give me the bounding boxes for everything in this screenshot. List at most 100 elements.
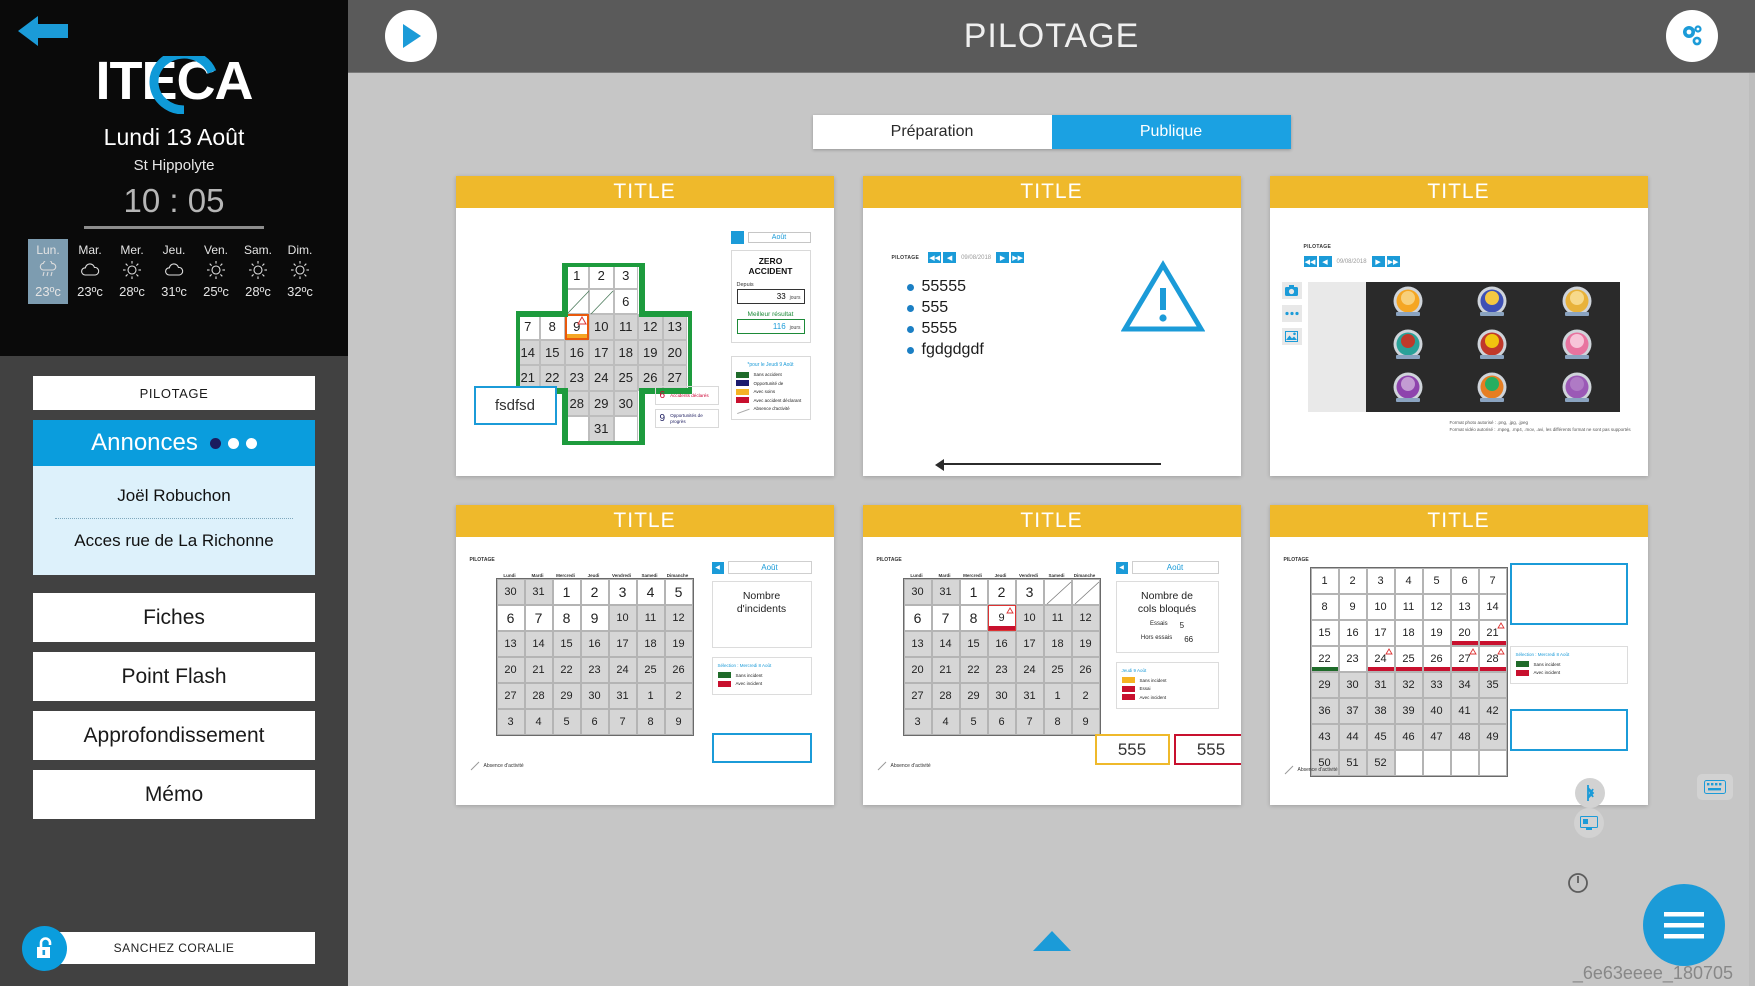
calendar-day[interactable]: 5: [1422, 568, 1451, 594]
calendar-day[interactable]: [1450, 750, 1479, 776]
calendar-day[interactable]: 28: [1478, 646, 1507, 672]
calendar-day[interactable]: 11: [636, 605, 665, 631]
calendar-day[interactable]: 8: [1310, 594, 1339, 620]
calendar-day[interactable]: 1: [552, 579, 581, 605]
calendar-day[interactable]: 14: [931, 631, 960, 657]
calendar-day[interactable]: 20: [1450, 620, 1479, 646]
calendar-day[interactable]: 12: [664, 605, 693, 631]
calendar-day[interactable]: 15: [959, 631, 988, 657]
calendar-day[interactable]: 18: [1043, 631, 1072, 657]
power-icon[interactable]: [1563, 868, 1593, 898]
calendar-day[interactable]: 39: [1394, 698, 1423, 724]
calendar-day[interactable]: 9: [664, 709, 693, 735]
annonce-item[interactable]: Joël Robuchon: [37, 480, 311, 512]
calendar-day[interactable]: 8: [636, 709, 665, 735]
calendar-day[interactable]: 16: [1338, 620, 1367, 646]
value-box-yellow[interactable]: 555: [1094, 734, 1170, 765]
dot-2[interactable]: [227, 437, 239, 449]
calendar-day[interactable]: 30: [987, 683, 1016, 709]
calendar-day[interactable]: [1422, 750, 1451, 776]
calendar-day[interactable]: 29: [589, 390, 614, 416]
calendar-day[interactable]: 10: [1015, 605, 1044, 631]
calendar-day[interactable]: 43: [1310, 724, 1339, 750]
calendar-day[interactable]: 16: [564, 339, 589, 365]
calendar-day[interactable]: 30: [496, 579, 525, 605]
next-icon[interactable]: ▶: [996, 252, 1010, 263]
month-label[interactable]: Août: [1131, 561, 1219, 574]
calendar-day[interactable]: 4: [1394, 568, 1423, 594]
calendar-day[interactable]: 9: [1071, 709, 1100, 735]
month-selector[interactable]: Août: [730, 231, 811, 244]
calendar-day[interactable]: 18: [613, 339, 638, 365]
calendar-day[interactable]: 18: [1394, 620, 1423, 646]
text-input[interactable]: [711, 733, 812, 763]
scrollbar[interactable]: [1749, 73, 1755, 986]
calendar-day[interactable]: 18: [636, 631, 665, 657]
calendar-day[interactable]: 29: [959, 683, 988, 709]
calendar-day[interactable]: 11: [1043, 605, 1072, 631]
calendar-day[interactable]: 34: [1450, 672, 1479, 698]
calendar-day[interactable]: 49: [1478, 724, 1507, 750]
calendar-day[interactable]: 17: [1366, 620, 1395, 646]
keyboard-icon[interactable]: [1697, 774, 1733, 800]
calendar-day[interactable]: 15: [540, 339, 565, 365]
calendar-day[interactable]: 19: [1071, 631, 1100, 657]
calendar-day[interactable]: 3: [1015, 579, 1044, 605]
sidebar-item-fiches[interactable]: Fiches: [33, 593, 315, 642]
calendar-day[interactable]: 16: [987, 631, 1016, 657]
badge-chef[interactable]: [1558, 328, 1596, 366]
screen-icon[interactable]: [1574, 808, 1604, 838]
calendar-day[interactable]: 20: [496, 657, 525, 683]
card-6[interactable]: TITLE PILOTAGE 1 2 3 4 5 6 7 8 9 10 11 12 13 14 15 16 17…: [1269, 505, 1648, 805]
date-navigator[interactable]: ◀◀ ◀ 09/08/2018 ▶ ▶▶: [1303, 256, 1400, 267]
next-icon[interactable]: ▶: [1371, 256, 1385, 267]
calendar-day[interactable]: 21: [931, 657, 960, 683]
play-icon[interactable]: [385, 10, 437, 62]
week-calendar[interactable]: 1 2 3 4 5 6 7 8 9 10 11 12 13 14 15 16 17 18 19 20 21 22 23 24 2…: [1309, 567, 1508, 777]
calendar-day[interactable]: 51: [1338, 750, 1367, 776]
calendar-day[interactable]: 13: [1450, 594, 1479, 620]
calendar-day[interactable]: 33: [1422, 672, 1451, 698]
calendar-day[interactable]: 11: [613, 314, 638, 340]
badge-grid[interactable]: [1365, 282, 1620, 412]
calendar-day[interactable]: 2: [589, 263, 614, 289]
user-name[interactable]: SANCHEZ CORALIE: [33, 932, 315, 964]
calendar-day[interactable]: [589, 288, 614, 314]
calendar-day[interactable]: 28: [931, 683, 960, 709]
calendar-day[interactable]: 27: [1450, 646, 1479, 672]
calendar-day[interactable]: 15: [1310, 620, 1339, 646]
badge-clock[interactable]: [1473, 285, 1511, 323]
calendar-day[interactable]: 25: [1043, 657, 1072, 683]
calendar-day[interactable]: 30: [903, 579, 932, 605]
calendar-day[interactable]: 6: [903, 605, 932, 631]
calendar-day[interactable]: 22: [552, 657, 581, 683]
calendar-day[interactable]: 25: [636, 657, 665, 683]
calendar-day[interactable]: 20: [903, 657, 932, 683]
unlock-icon[interactable]: [22, 925, 67, 971]
sidebar-item-annonces[interactable]: Annonces: [33, 420, 315, 466]
calendar-day[interactable]: 3: [496, 709, 525, 735]
calendar-day[interactable]: 12: [1071, 605, 1100, 631]
badge-beer[interactable]: [1389, 285, 1427, 323]
calendar-day[interactable]: 4: [931, 709, 960, 735]
prev-icon[interactable]: ◀: [943, 252, 957, 263]
prev-icon[interactable]: ◀: [1318, 256, 1332, 267]
calendar-day[interactable]: 9: [564, 314, 589, 340]
badge-alien[interactable]: [1558, 371, 1596, 409]
annonce-item[interactable]: Acces rue de La Richonne: [37, 525, 311, 557]
calendar-day[interactable]: 31: [1015, 683, 1044, 709]
date-navigator[interactable]: ◀◀ ◀ 09/08/2018 ▶ ▶▶: [928, 252, 1025, 263]
calendar-day[interactable]: 38: [1366, 698, 1395, 724]
calendar-day[interactable]: 9: [987, 605, 1016, 631]
calendar-day[interactable]: 16: [580, 631, 609, 657]
text-input[interactable]: [1509, 563, 1628, 625]
calendar-day[interactable]: 22: [959, 657, 988, 683]
calendar-day[interactable]: 15: [552, 631, 581, 657]
calendar-day[interactable]: 7: [1015, 709, 1044, 735]
calendar-day[interactable]: 20: [662, 339, 687, 365]
calendar-day[interactable]: 1: [636, 683, 665, 709]
calendar-day[interactable]: 27: [903, 683, 932, 709]
calendar-day[interactable]: 31: [608, 683, 637, 709]
calendar-day[interactable]: 30: [580, 683, 609, 709]
calendar-day[interactable]: 21: [1478, 620, 1507, 646]
